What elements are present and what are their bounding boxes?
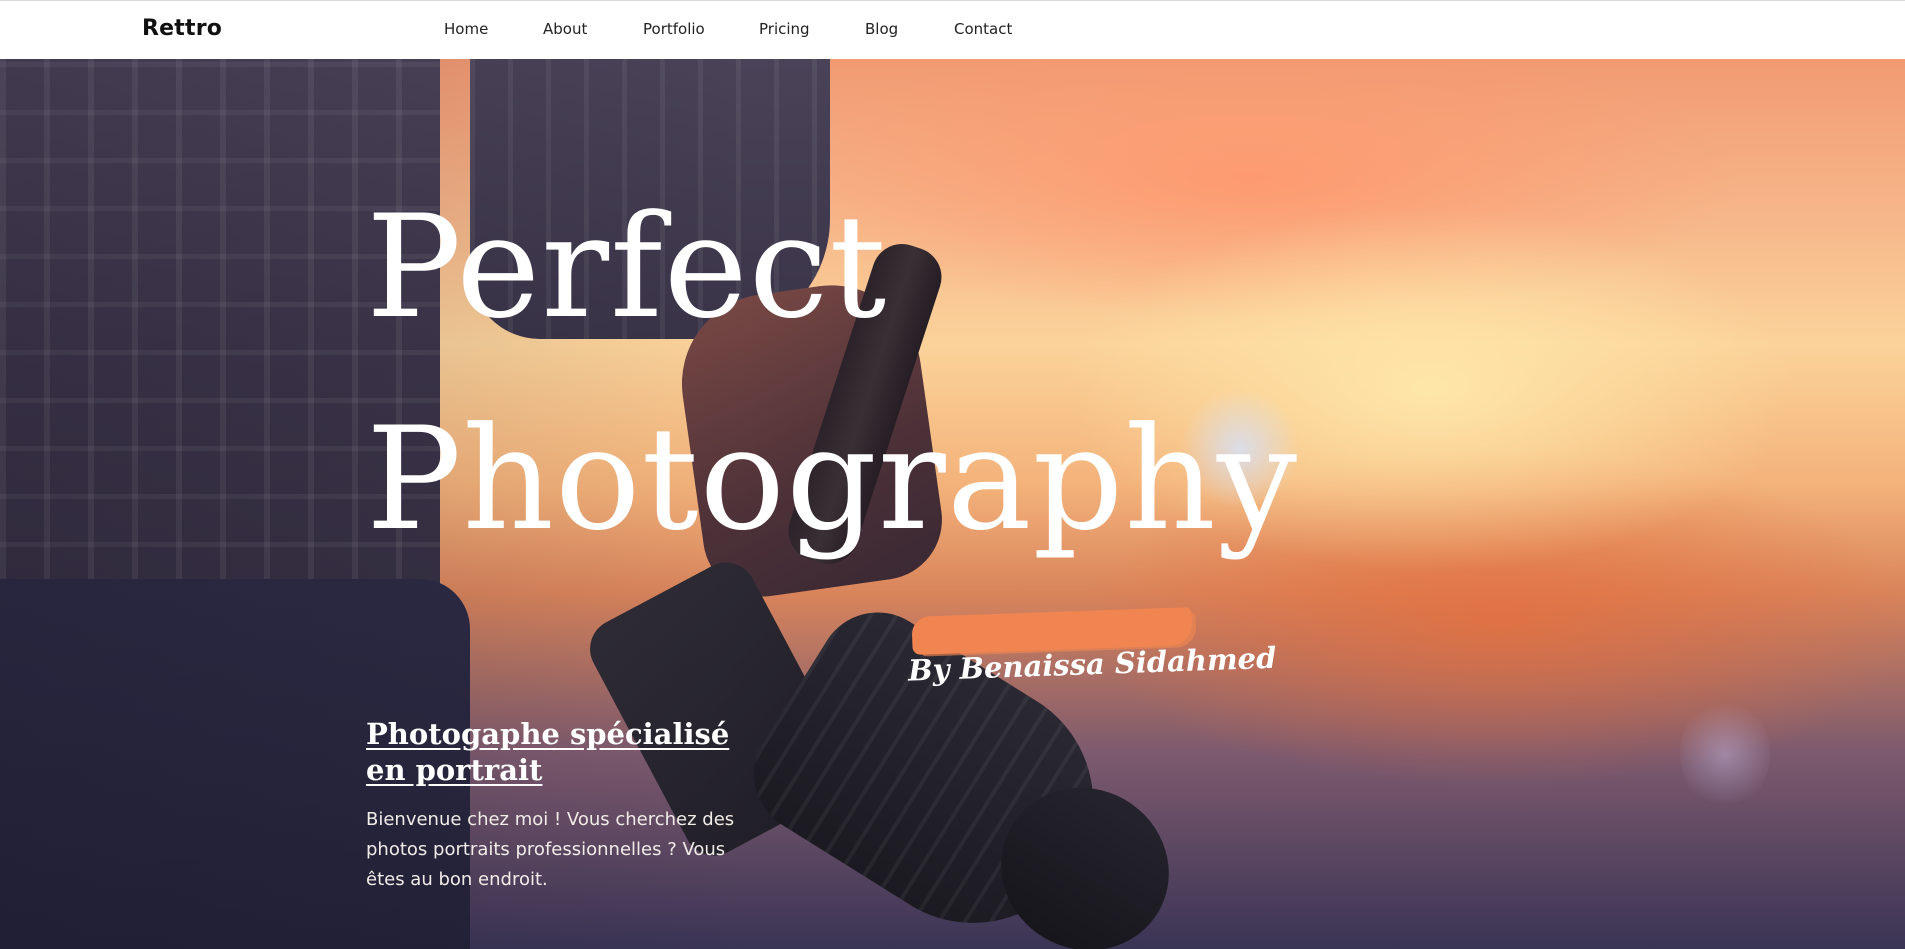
hero-title-line: Photography bbox=[366, 397, 1299, 562]
hero-intro-text: Bienvenue chez moi ! Vous cherchez des p… bbox=[366, 809, 735, 890]
hero-title: Perfect Photography bbox=[366, 162, 1366, 586]
brand-logo[interactable]: Rettro bbox=[142, 16, 222, 41]
top-navbar: Rettro Home About Portfolio Pricing Blog… bbox=[0, 0, 1905, 59]
hero-subtitle-link[interactable]: Photogaphe spécialisé en portrait bbox=[366, 716, 756, 788]
hero-title-line: Perfect bbox=[366, 185, 888, 350]
nav-home-link[interactable]: Home bbox=[444, 20, 488, 38]
nav-portfolio-link[interactable]: Portfolio bbox=[643, 20, 705, 38]
nav-blog-link[interactable]: Blog bbox=[865, 20, 898, 38]
nav-pricing-link[interactable]: Pricing bbox=[759, 20, 810, 38]
nav-contact-link[interactable]: Contact bbox=[954, 20, 1012, 38]
nav-about-link[interactable]: About bbox=[543, 20, 587, 38]
